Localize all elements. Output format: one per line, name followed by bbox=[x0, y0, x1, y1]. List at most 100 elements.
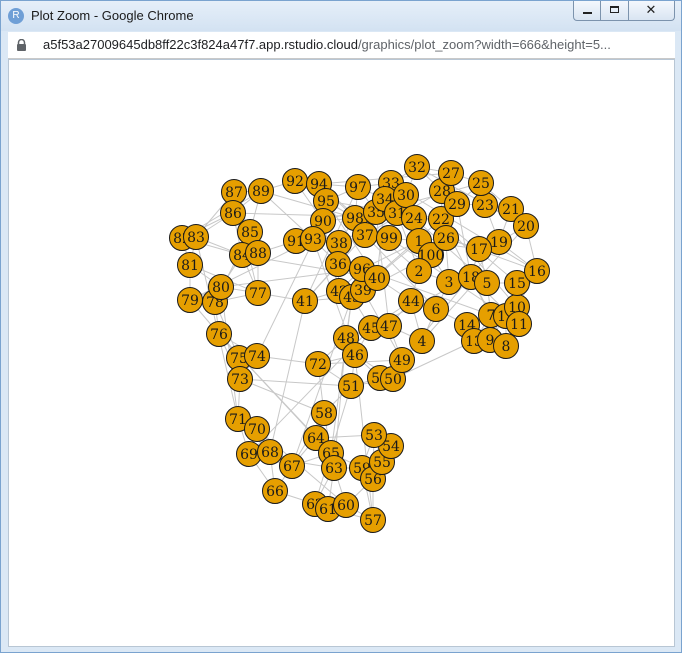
node-label: 88 bbox=[249, 246, 267, 262]
maximize-button[interactable] bbox=[601, 1, 629, 21]
node-label: 67 bbox=[283, 459, 301, 475]
node-label: 32 bbox=[408, 160, 426, 176]
graph-node-66: 66 bbox=[262, 478, 288, 504]
graph-node-86: 86 bbox=[220, 200, 246, 226]
address-bar[interactable]: a5f53a27009645db8ff22c3f824a47f7.app.rst… bbox=[8, 32, 675, 59]
node-label: 21 bbox=[502, 202, 520, 218]
node-label: 92 bbox=[286, 174, 304, 190]
browser-window: R Plot Zoom - Google Chrome ✕ a5f53a2700… bbox=[0, 0, 682, 653]
graph-node-36: 36 bbox=[325, 251, 351, 277]
graph-node-20: 20 bbox=[513, 213, 539, 239]
node-label: 68 bbox=[261, 445, 279, 461]
url-host: a5f53a27009645db8ff22c3f824a47f7.app.rst… bbox=[43, 37, 358, 52]
node-label: 11 bbox=[510, 317, 528, 333]
graph-node-57: 57 bbox=[360, 507, 386, 533]
node-label: 79 bbox=[181, 293, 199, 309]
url-path: /graphics/plot_zoom?width=666&height=5..… bbox=[357, 37, 611, 52]
node-label: 44 bbox=[402, 294, 420, 310]
graph-node-77: 77 bbox=[245, 280, 271, 306]
node-label: 24 bbox=[405, 211, 423, 227]
node-label: 27 bbox=[442, 166, 460, 182]
graph-node-73: 73 bbox=[227, 366, 253, 392]
graph-node-40: 40 bbox=[364, 265, 390, 291]
graph-node-23: 23 bbox=[472, 192, 498, 218]
graph-node-58: 58 bbox=[311, 400, 337, 426]
node-label: 71 bbox=[229, 412, 247, 428]
graph-node-83: 83 bbox=[183, 224, 209, 250]
node-label: 77 bbox=[249, 286, 267, 302]
graph-node-92: 92 bbox=[282, 168, 308, 194]
graph-node-25: 25 bbox=[468, 170, 494, 196]
node-label: 20 bbox=[517, 219, 535, 235]
graph-node-80: 80 bbox=[208, 274, 234, 300]
close-icon: ✕ bbox=[645, 2, 657, 17]
graph-node-88: 88 bbox=[245, 240, 271, 266]
node-label: 17 bbox=[470, 242, 488, 258]
graph-node-76: 76 bbox=[206, 321, 232, 347]
plot-area: 82 83 81 79 78 80 76 75 74 73 71 70 69 68 67 66 87 86 85 84… bbox=[8, 59, 675, 647]
node-label: 3 bbox=[445, 275, 454, 291]
graph-node-17: 17 bbox=[466, 236, 492, 262]
graph-node-47: 47 bbox=[376, 313, 402, 339]
node-label: 72 bbox=[309, 357, 327, 373]
graph-edge bbox=[239, 378, 325, 414]
node-label: 99 bbox=[380, 231, 398, 247]
node-label: 15 bbox=[508, 276, 526, 292]
node-label: 49 bbox=[393, 353, 411, 369]
node-label: 26 bbox=[437, 231, 455, 247]
minimize-button[interactable] bbox=[573, 1, 601, 21]
node-label: 70 bbox=[248, 422, 266, 438]
title-bar[interactable]: R Plot Zoom - Google Chrome ✕ bbox=[1, 1, 681, 31]
node-label: 69 bbox=[240, 447, 258, 463]
graph-node-74: 74 bbox=[244, 343, 270, 369]
node-label: 23 bbox=[476, 198, 494, 214]
graph-node-16: 16 bbox=[524, 258, 550, 284]
node-label: 87 bbox=[225, 185, 243, 201]
node-label: 81 bbox=[181, 258, 199, 274]
node-label: 36 bbox=[329, 257, 347, 273]
graph-edge bbox=[269, 300, 306, 453]
graph-node-24: 24 bbox=[401, 205, 427, 231]
maximize-icon bbox=[610, 6, 619, 13]
graph-node-26: 26 bbox=[433, 225, 459, 251]
graph-node-49: 49 bbox=[389, 347, 415, 373]
node-label: 19 bbox=[490, 235, 508, 251]
node-label: 95 bbox=[317, 194, 335, 210]
graph-node-46: 46 bbox=[342, 342, 368, 368]
graph-node-41: 41 bbox=[292, 288, 318, 314]
graph-node-44: 44 bbox=[398, 288, 424, 314]
node-label: 53 bbox=[365, 428, 383, 444]
node-label: 41 bbox=[296, 294, 314, 310]
node-label: 50 bbox=[384, 372, 402, 388]
r-app-icon: R bbox=[8, 8, 24, 24]
node-label: 57 bbox=[364, 513, 382, 529]
node-label: 73 bbox=[231, 372, 249, 388]
node-label: 83 bbox=[187, 230, 205, 246]
node-label: 30 bbox=[397, 188, 415, 204]
minimize-icon bbox=[583, 12, 592, 14]
graph-node-37: 37 bbox=[352, 222, 378, 248]
graph-node-51: 51 bbox=[338, 373, 364, 399]
node-label: 97 bbox=[349, 180, 367, 196]
graph-node-11: 11 bbox=[506, 311, 532, 337]
node-label: 5 bbox=[483, 276, 492, 292]
graph-node-6: 6 bbox=[423, 296, 449, 322]
graph-node-79: 79 bbox=[177, 287, 203, 313]
graph-node-67: 67 bbox=[279, 453, 305, 479]
url-text[interactable]: a5f53a27009645db8ff22c3f824a47f7.app.rst… bbox=[43, 37, 611, 52]
graph-node-53: 53 bbox=[361, 422, 387, 448]
node-label: 76 bbox=[210, 327, 228, 343]
node-label: 63 bbox=[325, 461, 343, 477]
node-label: 38 bbox=[330, 236, 348, 252]
graph-node-81: 81 bbox=[177, 252, 203, 278]
close-button[interactable]: ✕ bbox=[629, 1, 675, 21]
node-label: 58 bbox=[315, 406, 333, 422]
node-label: 74 bbox=[248, 349, 266, 365]
window-title: Plot Zoom - Google Chrome bbox=[31, 8, 194, 23]
graph-nodes: 82838179 78807675 7473717069 68676687868584… bbox=[169, 154, 550, 533]
graph-node-8: 8 bbox=[493, 333, 519, 359]
node-label: 25 bbox=[472, 176, 490, 192]
graph-node-99: 99 bbox=[376, 225, 402, 251]
graph-node-5: 5 bbox=[474, 270, 500, 296]
graph-node-30: 30 bbox=[393, 182, 419, 208]
